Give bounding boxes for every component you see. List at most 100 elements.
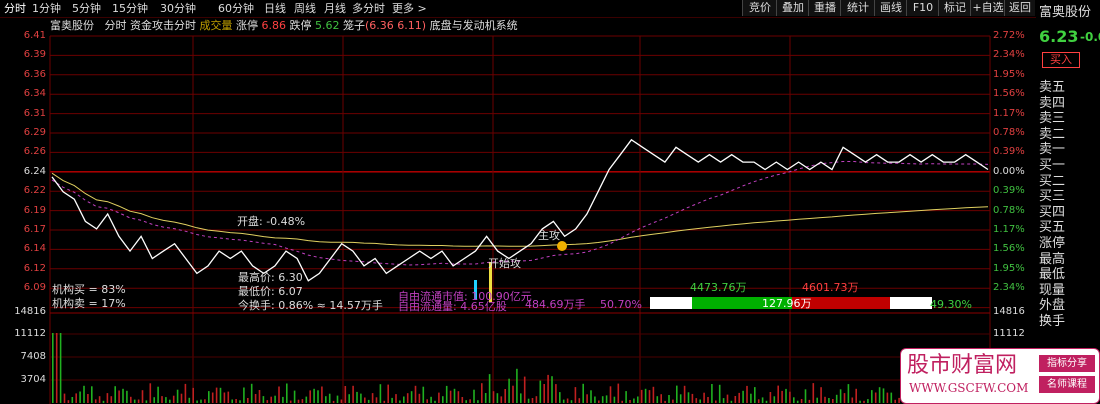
high-annotation: 最高价: 6.30 (238, 271, 303, 284)
percent-tick: 0.78% (993, 204, 1025, 216)
volume-bar (130, 396, 132, 403)
volume-bar (742, 390, 744, 403)
volume-bar (204, 399, 206, 403)
volume-bar (165, 397, 167, 403)
volume-tick-right: 11112 (993, 328, 1025, 339)
order-book-row-14: 外盘 (1039, 298, 1066, 314)
volume-bar (863, 400, 865, 403)
volume-bar (551, 376, 553, 403)
volume-tick-right: 14816 (993, 306, 1025, 317)
volume-bar (570, 400, 573, 403)
volume-bar (695, 398, 698, 403)
open-annotation: 开盘: -0.48% (237, 215, 306, 228)
volume-bar (59, 333, 62, 403)
volume-bar (395, 394, 397, 403)
volume-bar (52, 333, 54, 403)
volume-bar (465, 400, 467, 403)
volume-bar (500, 396, 503, 403)
volume-bar (293, 390, 296, 403)
volume-bar (133, 399, 136, 403)
volume-bar (800, 399, 803, 403)
volume-bar (453, 388, 456, 403)
volume-bar (403, 396, 405, 403)
volume-bar (196, 400, 198, 403)
volume-bar (211, 392, 214, 403)
site-watermark: 股市财富网 WWW.GSCFW.COM 指标分享 名师课程 (900, 348, 1100, 404)
percent-tick: 0.78% (993, 127, 1025, 138)
volume-bar (668, 395, 670, 403)
volume-bar (871, 390, 873, 403)
volume-bar (609, 386, 612, 403)
order-book-row-0: 卖五 (1039, 80, 1066, 95)
volume-bar (161, 396, 163, 403)
volume-bar (83, 385, 85, 403)
volume-bar (223, 392, 226, 403)
volume-bar (94, 399, 97, 403)
volume-bar (648, 390, 651, 403)
order-book-row-11: 最高 (1039, 251, 1066, 267)
volume-bar (317, 390, 319, 403)
volume-bar (274, 395, 276, 403)
volume-bar (874, 392, 877, 403)
volume-bar (625, 391, 627, 403)
volume-bar (578, 398, 581, 403)
volume-bar (566, 398, 569, 403)
price-tick: 6.26 (23, 146, 46, 158)
volume-bar (79, 391, 81, 403)
volume-bar (262, 396, 265, 403)
order-book-row-6: 买二 (1039, 173, 1066, 189)
volume-bar (208, 391, 210, 403)
volume-bar (449, 390, 452, 403)
price-tick: 6.17 (23, 224, 46, 235)
percent-tick: 1.95% (993, 68, 1025, 80)
volume-bar (820, 387, 822, 403)
volume-bar (336, 395, 339, 403)
volume-bar (644, 388, 647, 403)
volume-bar (754, 387, 756, 403)
volume-bar (149, 383, 152, 403)
volume-bar (383, 400, 386, 403)
price-tick: 6.22 (23, 185, 46, 197)
volume-bar (664, 400, 666, 403)
volume-bar (75, 393, 77, 403)
average-price-line (51, 172, 989, 247)
volume-tick-left: 11112 (14, 328, 46, 339)
volume-bar (824, 396, 826, 403)
volume-bar (512, 385, 514, 403)
low-annotation: 最低价: 6.07 (238, 285, 303, 298)
volume-bar (340, 399, 343, 403)
price-tick: 6.19 (23, 204, 46, 216)
price-tick: 6.12 (23, 262, 46, 274)
order-book-row-9: 买五 (1039, 220, 1066, 236)
volume-bar (734, 396, 737, 403)
volume-bar (426, 399, 428, 403)
volume-bar (301, 399, 304, 403)
volume-bar (703, 392, 705, 403)
float-shares: 自由流通量: 4.65亿股 (398, 300, 507, 313)
volume-bar (656, 396, 659, 403)
volume-bar (796, 400, 799, 403)
volume-bar (247, 398, 249, 403)
volume-bar (192, 387, 194, 403)
volume-bar (660, 394, 662, 403)
buy-button[interactable]: 买入 (1042, 52, 1080, 68)
volume-bar (106, 393, 109, 403)
volume-bar (601, 396, 604, 403)
volume-bar (496, 393, 499, 403)
bar-center-value: 127.96万 (762, 297, 812, 310)
volume-bar (777, 385, 779, 403)
volume-bar (492, 391, 495, 403)
volume-bar (781, 390, 783, 403)
volume-bar (406, 393, 409, 403)
volume-bar (562, 399, 565, 403)
volume-bar (750, 393, 752, 403)
volume-bar (344, 386, 347, 403)
volume-bar (110, 396, 113, 403)
volume-bar (282, 396, 284, 403)
volume-bar (91, 386, 93, 403)
volume-bar (98, 396, 101, 403)
volume-bar (399, 400, 401, 403)
volume-bar (621, 400, 623, 403)
percent-tick: 1.56% (993, 88, 1025, 100)
volume-bar (266, 400, 269, 403)
